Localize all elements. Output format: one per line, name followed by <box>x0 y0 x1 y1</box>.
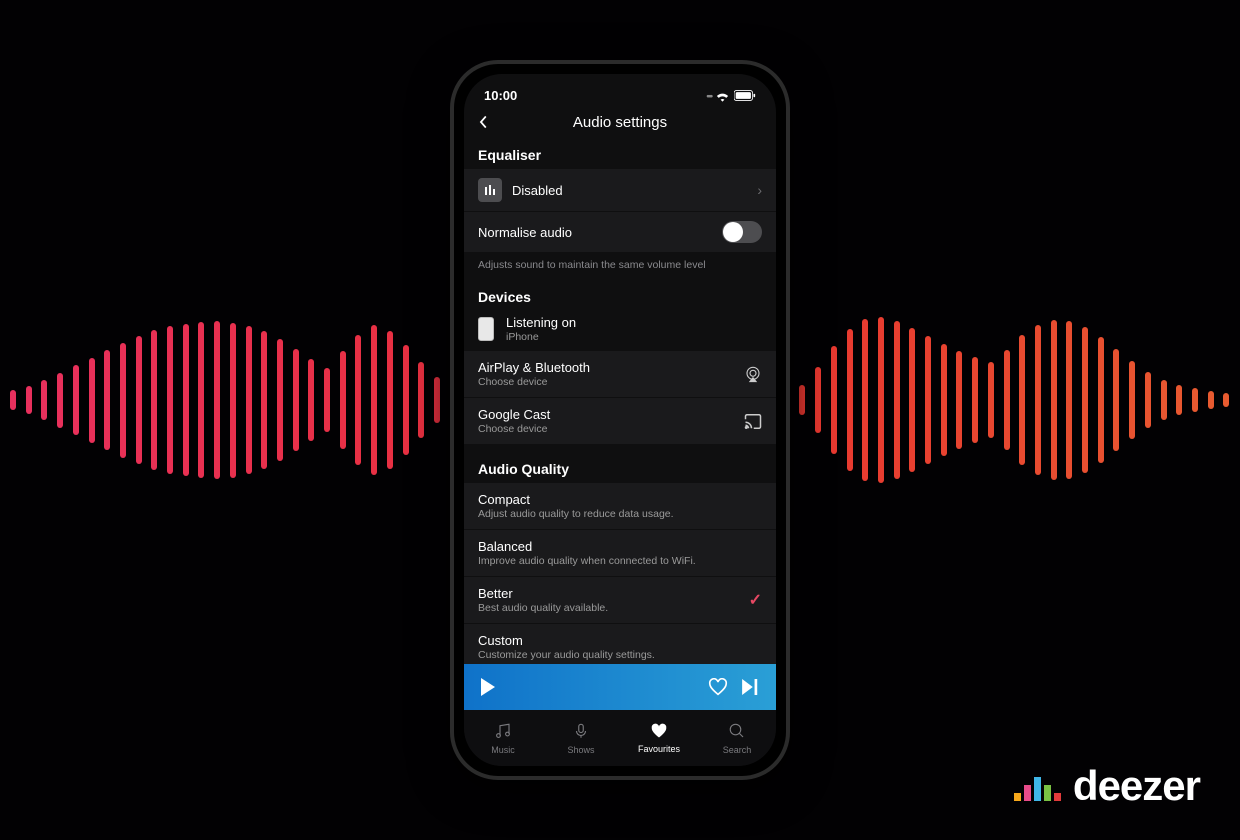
airplay-icon <box>744 365 762 383</box>
wifi-icon <box>715 90 730 102</box>
airplay-label: AirPlay & Bluetooth <box>478 360 744 375</box>
tab-search[interactable]: Search <box>698 710 776 766</box>
section-equaliser-heading: Equaliser <box>464 139 776 169</box>
deezer-brand: deezer <box>1014 762 1200 810</box>
now-playing-bar[interactable] <box>464 664 776 710</box>
normalise-label: Normalise audio <box>478 225 722 240</box>
quality-sub: Best audio quality available. <box>478 602 749 614</box>
chevron-right-icon: › <box>757 182 762 198</box>
quality-label: Compact <box>478 492 762 507</box>
listening-on-row: Listening on iPhone <box>464 311 776 351</box>
normalise-row[interactable]: Normalise audio <box>464 212 776 253</box>
check-icon: ✓ <box>749 590 762 610</box>
equaliser-icon <box>478 178 502 202</box>
nav-bar: Audio settings <box>464 109 776 139</box>
listening-on-device: iPhone <box>506 331 762 343</box>
tab-label: Search <box>723 745 752 755</box>
back-button[interactable] <box>476 115 490 129</box>
settings-content: Equaliser Disabled › Normalise audio Adj… <box>464 139 776 671</box>
status-time: 10:00 <box>484 88 517 103</box>
tab-label: Favourites <box>638 744 680 754</box>
play-icon[interactable] <box>480 678 496 696</box>
tab-label: Shows <box>567 745 594 755</box>
phone-screen: 10:00 •••• Audio settings Equaliser Disa… <box>464 74 776 766</box>
quality-label: Balanced <box>478 539 762 554</box>
battery-icon <box>734 90 756 101</box>
equaliser-row[interactable]: Disabled › <box>464 169 776 212</box>
section-quality-heading: Audio Quality <box>464 445 776 483</box>
tab-music[interactable]: Music <box>464 710 542 766</box>
heart-icon[interactable] <box>708 678 728 696</box>
section-devices-heading: Devices <box>464 281 776 311</box>
page-title: Audio settings <box>464 114 776 131</box>
quality-option-better[interactable]: BetterBest audio quality available.✓ <box>464 577 776 624</box>
quality-sub: Adjust audio quality to reduce data usag… <box>478 508 762 520</box>
next-icon[interactable] <box>742 679 760 695</box>
deezer-wordmark: deezer <box>1073 762 1200 810</box>
quality-option-balanced[interactable]: BalancedImprove audio quality when conne… <box>464 530 776 577</box>
shows-icon <box>572 722 590 742</box>
tab-label: Music <box>491 745 515 755</box>
favourites-icon <box>650 723 668 741</box>
normalise-help: Adjusts sound to maintain the same volum… <box>464 253 776 281</box>
tab-favourites[interactable]: Favourites <box>620 710 698 766</box>
tab-bar: Music Shows Favourites Search <box>464 710 776 766</box>
quality-label: Custom <box>478 633 762 648</box>
airplay-sub: Choose device <box>478 376 744 388</box>
airplay-row[interactable]: AirPlay & Bluetooth Choose device <box>464 351 776 398</box>
quality-sub: Improve audio quality when connected to … <box>478 555 762 567</box>
tab-shows[interactable]: Shows <box>542 710 620 766</box>
quality-label: Better <box>478 586 749 601</box>
cast-icon <box>744 414 762 429</box>
quality-option-compact[interactable]: CompactAdjust audio quality to reduce da… <box>464 483 776 530</box>
iphone-icon <box>478 317 494 341</box>
googlecast-sub: Choose device <box>478 423 744 435</box>
search-icon <box>728 722 746 742</box>
listening-on-label: Listening on <box>506 315 762 330</box>
music-icon <box>494 722 512 742</box>
deezer-logo-icon <box>1014 771 1061 801</box>
googlecast-row[interactable]: Google Cast Choose device <box>464 398 776 445</box>
status-bar: 10:00 •••• <box>464 74 776 109</box>
normalise-toggle[interactable] <box>722 221 762 243</box>
cellular-icon: •••• <box>706 91 711 101</box>
googlecast-label: Google Cast <box>478 407 744 422</box>
phone-frame: 10:00 •••• Audio settings Equaliser Disa… <box>450 60 790 780</box>
equaliser-status: Disabled <box>512 183 757 198</box>
quality-sub: Customize your audio quality settings. <box>478 649 762 661</box>
